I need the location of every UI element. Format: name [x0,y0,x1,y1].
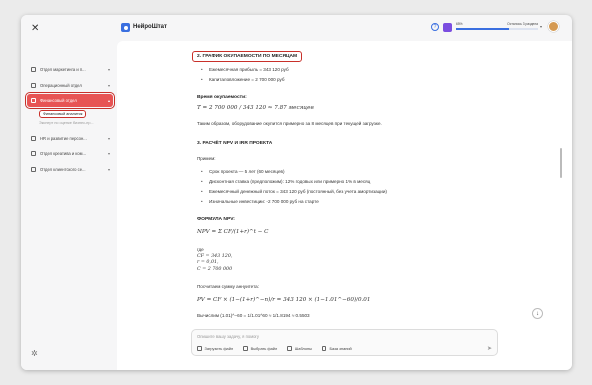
tool-label: База знаний [329,346,352,351]
chat-tools: Загрузить файл Выбрать файл Шаблоны База… [197,346,362,351]
payback-formula: T = 2 700 000 / 343 120 ≈ 7.87 месяцев [197,105,314,111]
choose-file-button[interactable]: Выбрать файл [243,346,277,351]
usage-percent: 65% [456,22,463,26]
chat-input[interactable]: Опишите вашу задачу, я помогу [197,334,259,339]
close-icon[interactable]: ✕ [31,24,39,34]
sidebar-item-creative[interactable]: Отдел креатива и ком... ▾ [27,147,113,160]
chevron-down-icon: ▾ [107,151,110,156]
chevron-down-icon: ▾ [107,135,110,141]
sidebar-subitem-label: Финансовый аналитик [39,110,87,118]
paperclip-icon [197,346,202,351]
sidebar-item-hr[interactable]: HR и развитие персон... ▾ [27,132,113,145]
chevron-down-icon: ▾ [107,166,110,172]
people-icon [31,135,36,141]
assumptions-title: Примем: [197,156,216,161]
scroll-down-button[interactable]: ↓ [532,308,543,319]
sidebar-subitem-financial-analyst[interactable]: Финансовый аналитик [27,110,113,119]
scrollbar[interactable] [560,148,562,178]
chevron-up-icon: ▴ [107,98,110,103]
main-area: НейроШтат ? 65% Осталось 3 раздела ▾ 2. … [117,15,572,370]
npv-formula: NPV = Σ CF/(1+r)^t − C [197,229,269,235]
list-item: Капиталовложение = 2 700 000 руб [201,77,289,82]
usage-bar-fill [456,28,510,30]
sidebar-item-operations[interactable]: Операционный отдел ▾ [27,79,113,92]
folder-icon [243,346,248,351]
briefcase-icon [31,82,36,88]
app-window: ✕ Отдел маркетинга и п... ▾ Операционный… [21,15,572,370]
section-heading-payback-chart: 2. ГРАФИК ОКУПАЕМОСТИ ПО МЕСЯЦАМ [192,51,303,62]
template-icon [287,346,292,351]
usage-bar [456,28,538,30]
payback-text: Таким образом, оборудование окупится при… [197,121,382,126]
graph-list: Ежемесячная прибыль = 343 120 руб Капита… [201,67,289,82]
sidebar-item-label: Отдел клиентского се... [40,166,86,172]
sidebar: ✕ Отдел маркетинга и п... ▾ Операционный… [21,15,117,370]
logo-icon [121,23,130,32]
usage-remaining: Осталось 3 раздела [507,22,538,26]
plan-icon[interactable] [443,23,452,32]
sidebar-subitem-label: Эксперт по оценке бизнес-пр... [39,121,94,125]
book-icon [321,346,327,351]
sidebar-item-label: Отдел креатива и ком... [40,151,87,156]
templates-button[interactable]: Шаблоны [287,346,312,351]
chat-input-box: Опишите вашу задачу, я помогу Загрузить … [191,329,498,356]
payback-title: Время окупаемости: [197,95,247,100]
sidebar-item-label: Отдел маркетинга и п... [40,67,86,72]
calc-formula: Вычислим (1.01)^−60 = 1/1.01^60 ≈ 1/1.81… [197,313,310,318]
list-item: Изначальные инвестиции: -2 700 000 руб н… [201,199,481,204]
list-item: Ежемесячный денежный поток = 343 120 руб… [201,189,481,194]
npv-title: ФОРМУЛА NPV: [197,217,235,222]
sidebar-item-customer-service[interactable]: Отдел клиентского се... ▾ [27,163,113,176]
tool-label: Шаблоны [294,346,312,351]
sidebar-item-label: Операционный отдел [40,82,82,88]
wallet-icon [31,98,36,103]
c-definition: C = 2 700 000 [197,266,233,272]
section-heading-npv: 3. РАСЧЁТ NPV И IRR ПРОЕКТА [197,141,273,146]
tool-label: Выбрать файл [250,346,278,351]
knowledge-base-button[interactable]: База знаний [321,346,352,351]
list-item: Срок проекта — 5 лет (60 месяцев) [201,169,481,174]
annuity-text: Посчитаем сумму аннуитета: [197,284,259,289]
upload-file-button[interactable]: Загрузить файл [197,346,233,351]
pv-formula: PV = CF × (1−(1+r)^−n)/r = 343 120 × (1−… [197,297,371,303]
brand-name: НейроШтат [133,24,167,30]
tool-label: Загрузить файл [204,346,234,351]
list-item: Ежемесячная прибыль = 343 120 руб [201,67,289,72]
sidebar-subitem-business-valuation[interactable]: Эксперт по оценке бизнес-пр... [27,119,113,128]
megaphone-icon [31,67,36,72]
send-icon[interactable]: ➤ [487,345,492,352]
top-bar: НейроШтат ? 65% Осталось 3 раздела ▾ [117,15,572,41]
settings-icon[interactable]: ✲ [31,349,38,358]
sidebar-item-label: Финансовый отдел [40,98,77,103]
sidebar-item-marketing[interactable]: Отдел маркетинга и п... ▾ [27,63,113,76]
npv-definitions: где CF = 343 120, r = 0,01, C = 2 700 00… [197,247,232,273]
avatar[interactable] [548,21,559,32]
usage-indicator: 65% Осталось 3 раздела [456,22,538,30]
chat-content: 2. ГРАФИК ОКУПАЕМОСТИ ПО МЕСЯЦАМ Ежемеся… [117,41,572,370]
help-icon[interactable]: ? [431,23,439,31]
assumptions-list: Срок проекта — 5 лет (60 месяцев) Дискон… [201,169,481,204]
chat-icon [31,151,36,156]
sidebar-nav: Отдел маркетинга и п... ▾ Операционный о… [25,63,115,178]
chevron-down-icon[interactable]: ▾ [540,24,542,29]
chevron-down-icon: ▾ [107,82,110,88]
headset-icon [31,166,36,172]
sidebar-item-finance[interactable]: Финансовый отдел ▴ [25,92,115,109]
list-item: Дисконтная ставка (предположим): 12% год… [201,179,481,184]
sidebar-item-label: HR и развитие персон... [40,135,87,141]
chevron-down-icon: ▾ [107,67,110,72]
